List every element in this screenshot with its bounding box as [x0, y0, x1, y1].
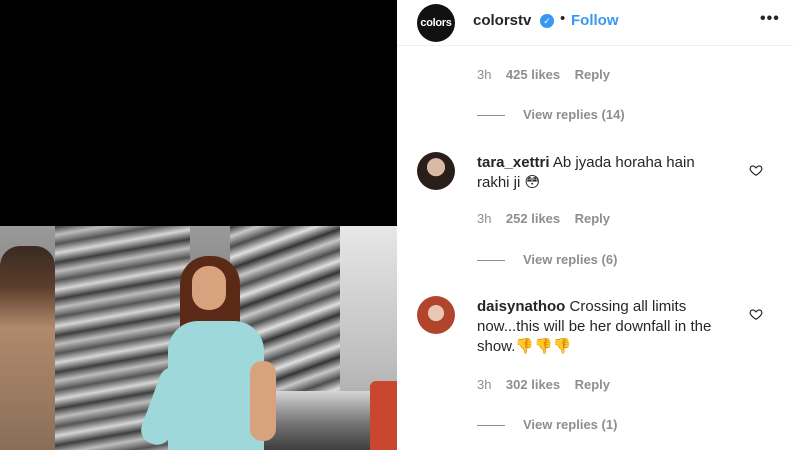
heart-icon[interactable]	[749, 307, 763, 321]
person-figure	[250, 361, 276, 441]
comment-meta: 3h 425 likes Reply	[477, 67, 610, 82]
person-figure	[0, 246, 55, 450]
comment-likes[interactable]: 425 likes	[506, 67, 560, 82]
reply-button[interactable]: Reply	[575, 211, 610, 226]
view-replies-button[interactable]: View replies (14)	[477, 107, 625, 122]
comment-time: 3h	[477, 377, 492, 392]
brand-logo: colors	[420, 17, 452, 29]
video-letterbox	[0, 0, 397, 226]
video-frame[interactable]	[0, 226, 397, 450]
comment-meta: 3h 302 likes Reply	[477, 377, 610, 392]
comment-time: 3h	[477, 67, 492, 82]
more-icon[interactable]: •••	[760, 10, 780, 28]
comment-time: 3h	[477, 211, 492, 226]
comments-panel[interactable]: 3h 425 likes Reply View replies (14) tar…	[397, 46, 793, 450]
background-furniture	[370, 381, 397, 450]
avatar[interactable]: colors	[417, 4, 455, 42]
reply-button[interactable]: Reply	[575, 377, 610, 392]
post-media[interactable]	[0, 0, 397, 450]
avatar[interactable]	[417, 296, 455, 334]
view-replies-button[interactable]: View replies (1)	[477, 417, 617, 432]
comment-username[interactable]: tara_xettri	[477, 154, 550, 171]
post-username[interactable]: colorstv	[473, 12, 531, 29]
view-replies-label: View replies (14)	[523, 107, 625, 122]
comment-likes[interactable]: 302 likes	[506, 377, 560, 392]
view-replies-label: View replies (1)	[523, 417, 618, 432]
person-figure	[192, 266, 226, 310]
follow-button[interactable]: Follow	[571, 12, 619, 29]
view-replies-label: View replies (6)	[523, 252, 618, 267]
comment-likes[interactable]: 252 likes	[506, 211, 560, 226]
verified-icon: ✓	[540, 14, 554, 28]
comment-username[interactable]: daisynathoo	[477, 298, 565, 315]
reply-button[interactable]: Reply	[575, 67, 610, 82]
avatar[interactable]	[417, 152, 455, 190]
divider-line	[477, 260, 505, 262]
comment-body: tara_xettri Ab jyada horaha hain rakhi j…	[477, 153, 727, 193]
divider-line	[477, 115, 505, 117]
divider-line	[477, 425, 505, 427]
separator-dot: •	[560, 10, 566, 27]
comment-meta: 3h 252 likes Reply	[477, 211, 610, 226]
view-replies-button[interactable]: View replies (6)	[477, 252, 617, 267]
post-header: colors colorstv ✓ • Follow •••	[397, 0, 793, 46]
comment-body: daisynathoo Crossing all limits now...th…	[477, 297, 727, 357]
heart-icon[interactable]	[749, 163, 763, 177]
